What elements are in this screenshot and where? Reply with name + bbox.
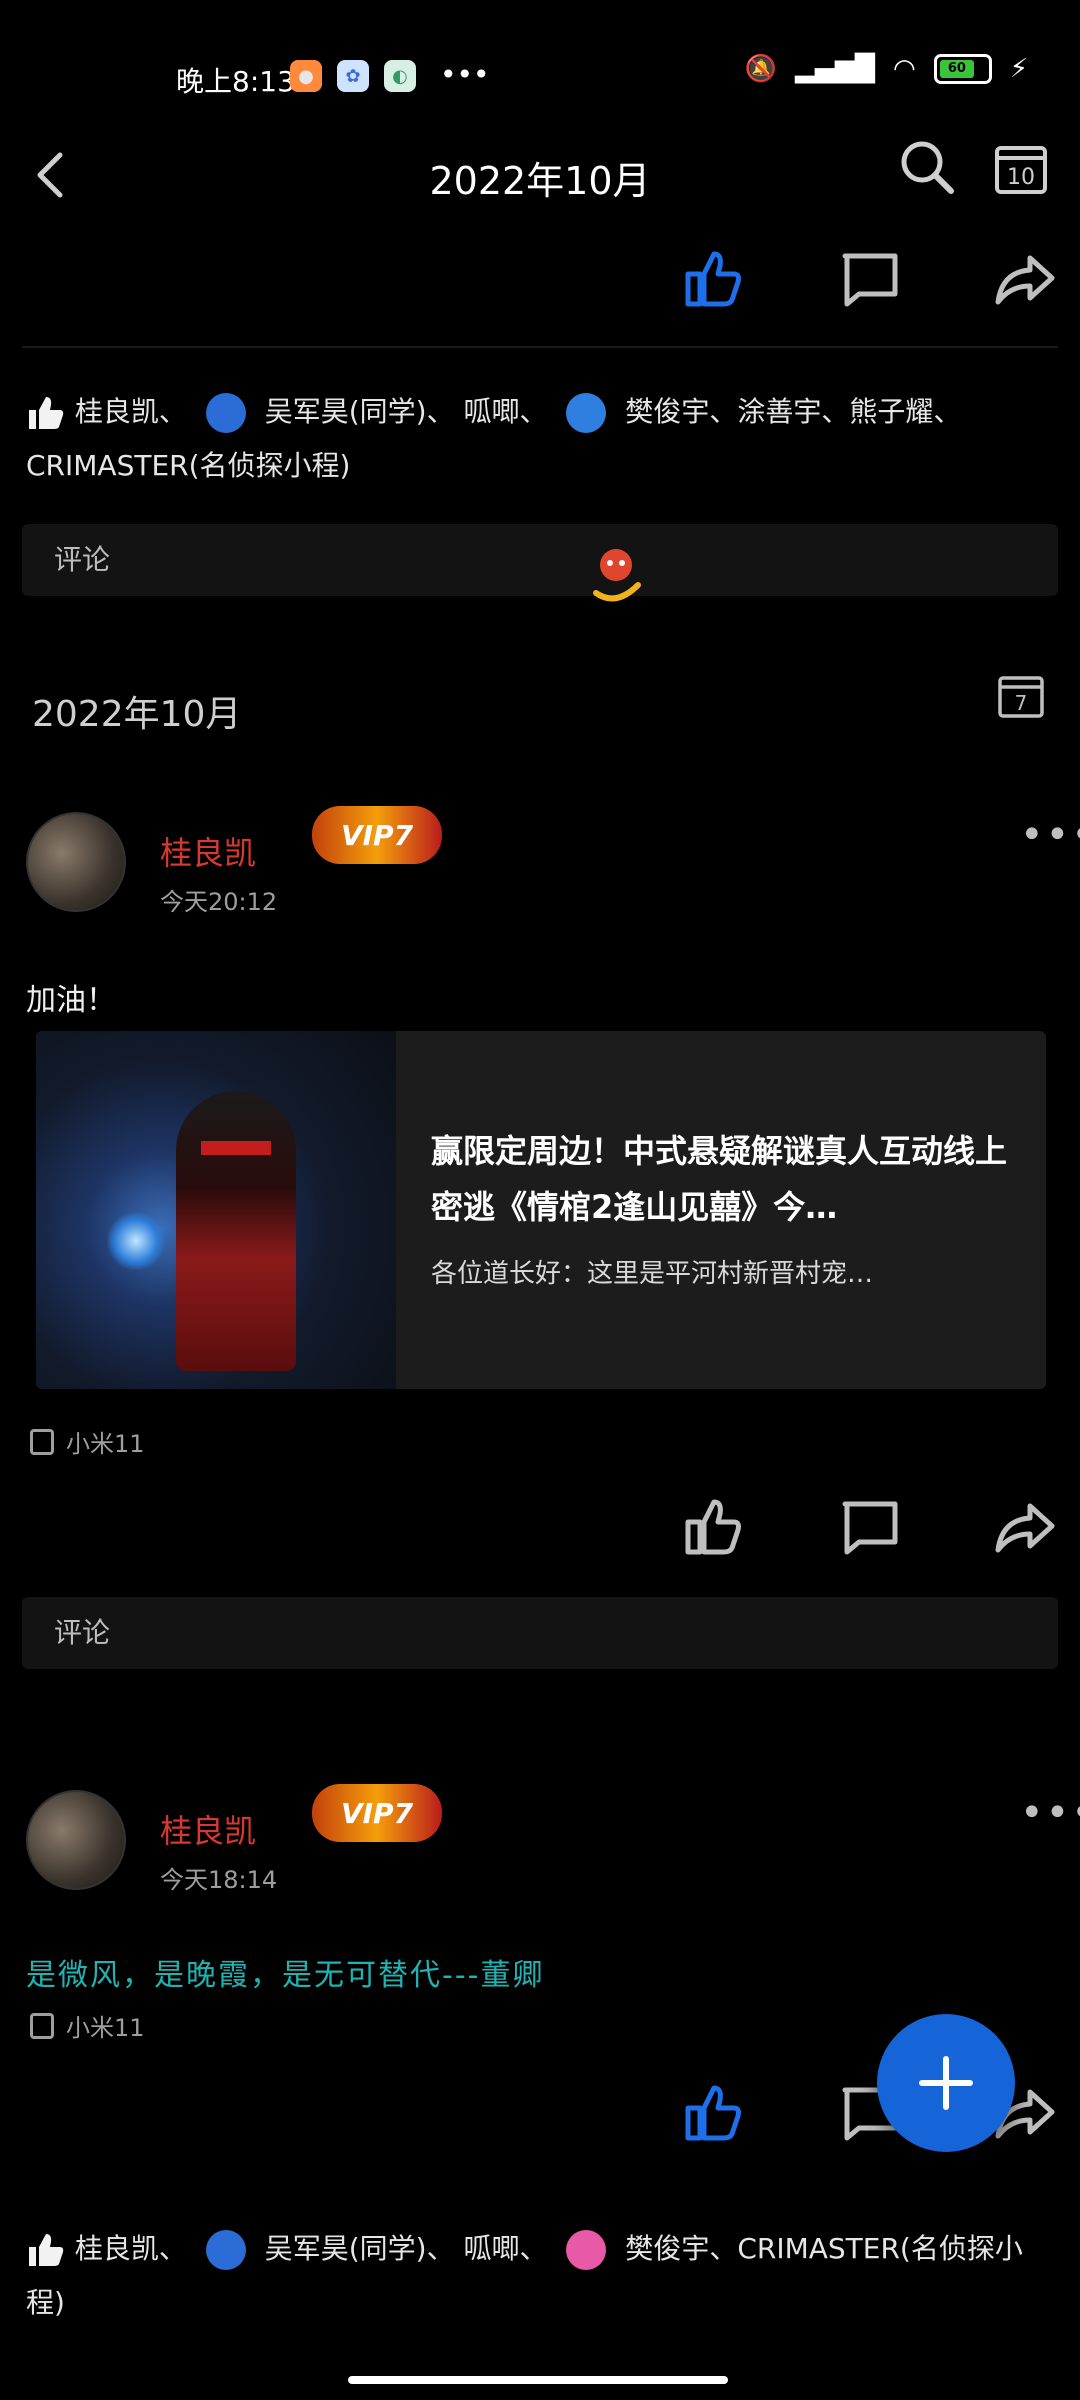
status-icons: 🔕 ▂▄▆█ ◠ 60 ⚡ [745, 54, 1028, 84]
liker-name[interactable]: 呱唧、 [464, 395, 548, 428]
post-text: 是微风，是晚霞，是无可替代---董卿 [26, 1958, 545, 1993]
calendar-day-icon[interactable]: 7 [997, 672, 1045, 720]
phone-icon [30, 2012, 54, 2039]
liker-name[interactable]: 吴军昊(同学)、 [265, 395, 455, 428]
app-notification-icon: ● [290, 60, 322, 92]
comment-icon[interactable] [837, 1494, 903, 1560]
svg-text:10: 10 [1007, 165, 1035, 190]
charging-icon: ⚡ [1009, 54, 1028, 84]
vip-badge: VIP7 [312, 1784, 442, 1842]
liker-avatar[interactable] [205, 393, 246, 433]
likes-list: 桂良凯、 吴军昊(同学)、 呱唧、 樊俊宇、CRIMASTER(名侦探小程) [26, 2222, 1056, 2330]
device-name: 小米11 [66, 2014, 145, 2042]
like-button-active[interactable] [680, 246, 746, 312]
liker-avatar[interactable] [566, 2230, 607, 2270]
wifi-icon: ◠ [893, 54, 916, 84]
device-tag: 小米11 [30, 1424, 145, 1459]
like-filled-icon [29, 2234, 64, 2266]
svg-text:7: 7 [1015, 691, 1028, 715]
card-thumbnail [36, 1031, 396, 1389]
card-title: 赢限定周边！中式悬疑解谜真人互动线上密逃《情棺2逢山见囍》今… [431, 1132, 1008, 1226]
month-heading: 2022年10月 [32, 694, 242, 735]
more-options-icon[interactable]: ••• [1020, 812, 1080, 858]
post-text: 加油！ [26, 983, 116, 1018]
status-time: 晚上8:13 [176, 65, 295, 98]
phone-icon [30, 1428, 54, 1455]
like-icon[interactable] [680, 1494, 746, 1560]
app-notification-icon: ◐ [384, 60, 416, 92]
comment-placeholder: 评论 [54, 1616, 111, 1649]
add-post-button[interactable] [877, 2014, 1015, 2152]
like-button-active[interactable] [680, 2080, 746, 2146]
calendar-icon[interactable]: 10 [993, 140, 1049, 196]
mute-icon: 🔕 [744, 54, 778, 84]
device-name: 小米11 [66, 1430, 145, 1458]
liker-avatar[interactable] [205, 2230, 246, 2270]
more-notifications-icon: ••• [440, 58, 490, 91]
comment-icon[interactable] [837, 246, 903, 312]
signal-icon: ▂▄▆█ [795, 54, 876, 84]
link-card[interactable]: 赢限定周边！中式悬疑解谜真人互动线上密逃《情棺2逢山见囍》今… 各位道长好：这里… [36, 1031, 1046, 1389]
device-tag: 小米11 [30, 2008, 145, 2043]
share-icon[interactable] [992, 246, 1058, 312]
app-notification-icon: ✿ [337, 60, 369, 92]
mascot-sticker-icon [588, 535, 644, 605]
comment-input[interactable]: 评论 [22, 1597, 1058, 1669]
comment-input[interactable]: 评论 [22, 524, 1058, 596]
likes-list: 桂良凯、 吴军昊(同学)、 呱唧、 樊俊宇、涂善宇、熊子耀、CRIMASTER(… [26, 385, 1056, 493]
like-filled-icon [29, 397, 64, 429]
comment-placeholder: 评论 [54, 543, 111, 576]
post-timestamp: 今天20:12 [160, 888, 278, 916]
post-author[interactable]: 桂良凯 [160, 1806, 256, 1852]
divider [22, 346, 1058, 348]
post-author[interactable]: 桂良凯 [160, 828, 256, 874]
vip-badge: VIP7 [312, 806, 442, 864]
liker-name[interactable]: 桂良凯、 [75, 2232, 187, 2265]
avatar[interactable] [26, 812, 126, 912]
battery-icon: 60 [933, 54, 992, 84]
share-icon[interactable] [992, 1494, 1058, 1560]
home-indicator[interactable] [348, 2376, 728, 2384]
post-timestamp: 今天18:14 [160, 1866, 278, 1894]
liker-name[interactable]: 桂良凯、 [75, 395, 187, 428]
avatar[interactable] [26, 1790, 126, 1890]
search-icon[interactable] [895, 135, 959, 199]
liker-name[interactable]: 呱唧、 [464, 2232, 548, 2265]
liker-name[interactable]: 吴军昊(同学)、 [265, 2232, 455, 2265]
plus-icon [919, 2056, 973, 2110]
more-options-icon[interactable]: ••• [1020, 1790, 1080, 1836]
liker-avatar[interactable] [566, 393, 607, 433]
card-subtitle: 各位道长好：这里是平河村新晋村宠… [431, 1259, 874, 1289]
